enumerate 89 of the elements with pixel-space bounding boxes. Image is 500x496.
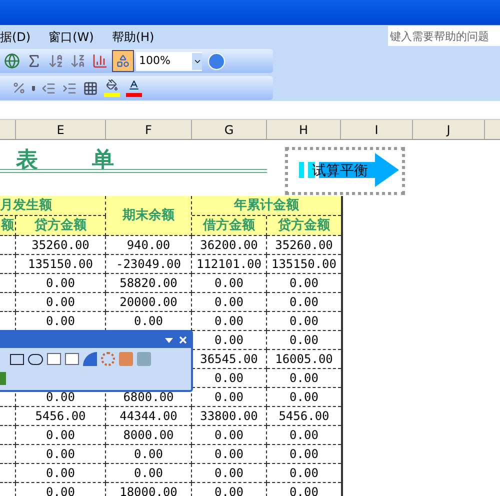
- table-cell: 0.00: [46, 447, 75, 461]
- table-cell: 0.00: [214, 390, 244, 404]
- table-cell: 0.00: [214, 485, 244, 496]
- table-header: 额: [0, 216, 16, 236]
- table-header: 期末余额: [106, 196, 192, 236]
- table-cell: 0.00: [290, 485, 318, 496]
- table-cell: 35260.00: [275, 238, 333, 252]
- table-cell: 0.00: [214, 295, 244, 309]
- column-header[interactable]: E: [16, 120, 106, 139]
- table-cell: 33800.00: [200, 409, 258, 423]
- sort-ascending-icon[interactable]: [48, 53, 64, 69]
- table-cell: 0.00: [134, 314, 163, 328]
- caret-icon[interactable]: [192, 52, 202, 70]
- table-header: 贷方金额: [267, 216, 341, 236]
- column-header[interactable]: G: [192, 120, 267, 139]
- table-cell: 0.00: [214, 276, 244, 290]
- table-header: 月发生额: [0, 196, 106, 216]
- table-cell: 8000.00: [123, 428, 174, 442]
- table-cell: 0.00: [290, 447, 318, 461]
- table-cell: 6800.00: [123, 390, 174, 404]
- table-cell: 0.00: [134, 466, 163, 480]
- column-header[interactable]: I: [341, 120, 413, 139]
- table-header: 贷方金额: [16, 216, 106, 236]
- table-header: 借方金额: [192, 216, 267, 236]
- table-cell: 0.00: [214, 314, 244, 328]
- table-cell: 0.00: [46, 390, 75, 404]
- help-search-field[interactable]: 键入需要帮助的问题: [388, 26, 500, 46]
- table-cell: 135150.00: [28, 257, 94, 271]
- globe-icon[interactable]: [4, 53, 20, 69]
- outdent-icon[interactable]: [41, 80, 56, 96]
- comma-icon[interactable]: [32, 86, 35, 90]
- table-cell: 36200.00: [200, 238, 258, 252]
- sort-descending-icon[interactable]: [70, 53, 86, 69]
- close-icon[interactable]: [179, 336, 187, 344]
- font-color-icon[interactable]: [126, 79, 142, 97]
- table-cell: 0.00: [46, 428, 75, 442]
- table-cell: 44344.00: [120, 409, 178, 423]
- table-cell: 0.00: [46, 314, 75, 328]
- table-cell: 135150.00: [271, 257, 337, 271]
- table-cell: 5456.00: [278, 409, 330, 423]
- table-cell: 0.00: [214, 333, 244, 347]
- zoom-dropdown[interactable]: 100%: [136, 52, 202, 70]
- help-icon[interactable]: [208, 52, 225, 70]
- menu-item[interactable]: 窗口(W): [48, 28, 94, 46]
- table-cell: 35260.00: [32, 238, 90, 252]
- table-cell: 16005.00: [275, 352, 333, 366]
- table-cell: 0.00: [290, 466, 318, 480]
- table-cell: -23049.00: [116, 257, 182, 271]
- table-cell: 0.00: [290, 276, 318, 290]
- column-header[interactable]: H: [267, 120, 341, 139]
- indent-icon[interactable]: [62, 80, 77, 96]
- table-header: 年累计金额: [192, 196, 341, 216]
- dropdown-icon[interactable]: [165, 338, 173, 342]
- table-cell: 0.00: [290, 428, 318, 442]
- rectangle-icon[interactable]: [10, 354, 24, 364]
- table-cell: 18000.00: [120, 485, 178, 496]
- table-cell: 0.00: [46, 485, 75, 496]
- table-cell: 0.00: [46, 276, 75, 290]
- table-cell: 0.00: [290, 314, 318, 328]
- table-cell: 0.00: [290, 295, 318, 309]
- column-header[interactable]: J: [413, 120, 485, 139]
- table-cell: 112101.00: [196, 257, 262, 271]
- table-cell: 0.00: [46, 295, 75, 309]
- shapes-icon: [116, 54, 130, 68]
- borders-icon[interactable]: [83, 80, 98, 96]
- fill-color-icon[interactable]: [104, 79, 120, 97]
- table-cell: 36545.00: [200, 352, 258, 366]
- percent-icon[interactable]: [12, 81, 26, 95]
- table-cell: 58820.00: [120, 276, 178, 290]
- table-cell: 0.00: [214, 371, 244, 385]
- sheet-title: 单: [92, 147, 114, 172]
- table-cell: 0.00: [214, 466, 244, 480]
- table-cell: 0.00: [134, 447, 163, 461]
- sheet-title: 表: [16, 147, 38, 172]
- table-cell: 940.00: [126, 238, 170, 252]
- table-cell: 0.00: [46, 466, 75, 480]
- table-cell: 5456.00: [35, 409, 86, 423]
- table-cell: 0.00: [290, 333, 318, 347]
- table-cell: 20000.00: [120, 295, 178, 309]
- column-header[interactable]: F: [106, 120, 192, 139]
- table-cell: 0.00: [214, 447, 244, 461]
- bar-chart-icon[interactable]: [92, 53, 108, 69]
- menu-item[interactable]: 据(D): [0, 28, 31, 46]
- table-cell: 0.00: [290, 371, 318, 385]
- menu-item[interactable]: 帮助(H): [112, 28, 154, 46]
- diagram-icon[interactable]: [101, 352, 115, 366]
- drawing-button[interactable]: [112, 50, 134, 72]
- table-cell: 0.00: [290, 390, 318, 404]
- table-cell: 0.00: [214, 428, 244, 442]
